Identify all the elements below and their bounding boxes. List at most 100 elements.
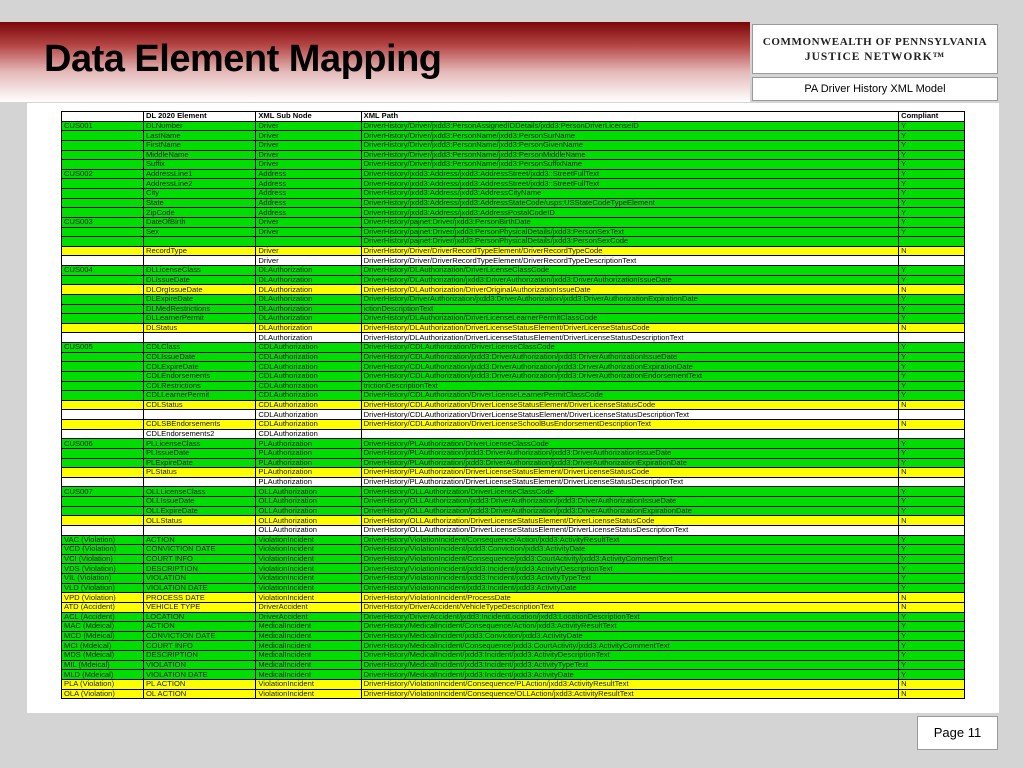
- cell-xml-path: trictionDescriptionText: [360, 380, 900, 392]
- cell-element: OLLStatus: [142, 515, 257, 526]
- cell-code: [61, 399, 144, 411]
- cell-subnode: DriverAccident: [255, 611, 362, 623]
- table-row: Suffix Driver DriverHistory/Driver/jxdd3:P…: [61, 159, 965, 170]
- cell-element: VIOLATION DATE: [142, 669, 257, 680]
- cell-xml-path: DriverHistory/PLAuthorization/jxdd3:Driv…: [360, 447, 900, 459]
- cell-xml-path: DriverHistory/PLAuthorization/DriverLice…: [360, 438, 900, 449]
- cell-element: PLIssueDate: [142, 447, 257, 459]
- table-row: DriverHistory/pajnet:Driver/jxdd3:Person…: [61, 236, 965, 247]
- cell-code: [61, 313, 144, 324]
- cell-compliant: Y: [898, 361, 965, 372]
- cell-element: LastName: [142, 130, 257, 141]
- cell-xml-path: DriverHistory/PLAuthorization/jxdd3:Driv…: [360, 457, 900, 469]
- table-row: OLLAuthorization DriverHistory/OLLAuthori…: [61, 524, 965, 536]
- cell-element: AddressLine1: [142, 168, 257, 180]
- cell-compliant: Y: [898, 188, 965, 199]
- cell-element: OL ACTION: [142, 688, 257, 700]
- cell-code: VDS (Violation): [61, 563, 144, 574]
- cell-element: PLLicenseClass: [142, 438, 257, 449]
- cell-compliant: N: [898, 399, 965, 411]
- table-row: DLStatus DLAuthorization DriverHistory/DLA…: [61, 322, 965, 334]
- cell-compliant: Y: [898, 274, 965, 286]
- table-row: PLIssueDate PLAuthorization DriverHistory/…: [61, 447, 965, 459]
- cell-compliant: Y: [898, 197, 965, 209]
- cell-element: OLLIssueDate: [142, 496, 257, 507]
- cell-subnode: OLLAuthorization: [255, 505, 362, 517]
- cell-subnode: ViolationIncident: [255, 573, 362, 584]
- cell-element: CONVICTION DATE: [142, 544, 257, 555]
- cell-subnode: Driver: [255, 226, 362, 238]
- cell-compliant: [898, 255, 965, 266]
- cell-subnode: Address: [255, 178, 362, 189]
- cell-compliant: Y: [898, 178, 965, 189]
- cell-subnode: DLAuthorization: [255, 293, 362, 305]
- cell-xml-path: DriverHistory/ViolationIncident/ProcessD…: [360, 592, 900, 603]
- cell-compliant: Y: [898, 486, 965, 497]
- cell-compliant: Y: [898, 505, 965, 517]
- table-row: DLAuthorization DriverHistory/DLAuthoriza…: [61, 332, 965, 343]
- table-row: OLLIssueDate OLLAuthorization DriverHistor…: [61, 496, 965, 507]
- header-cell-compliant: Compliant: [898, 111, 965, 122]
- cell-compliant: Y: [898, 342, 965, 353]
- cell-code: [61, 390, 144, 401]
- table-row: LastName Driver DriverHistory/Driver/jxdd3…: [61, 130, 965, 141]
- cell-element: CDLSBEndorsements: [142, 419, 257, 430]
- cell-code: [61, 207, 144, 218]
- table-row: ZipCode Address DriverHistory/jxdd3:Addres…: [61, 207, 965, 218]
- table-row: VPD (Violation) PROCESS DATE ViolationInci…: [61, 592, 965, 603]
- cell-xml-path: DriverHistory/ViolationIncident/jxdd3:In…: [360, 582, 900, 594]
- cell-code: [61, 428, 144, 440]
- cell-subnode: MedicalIncident: [255, 669, 362, 680]
- table-row: City Address DriverHistory/jxdd3:Address/j…: [61, 188, 965, 199]
- cell-subnode: [255, 236, 362, 247]
- cell-xml-path: DriverHistory/jxdd3:Address/jxdd3:Addres…: [360, 178, 900, 189]
- table-row: MIL (Mdeical) VIOLATION MedicalIncident Dri…: [61, 659, 965, 671]
- cell-code: VCI (Violation): [61, 553, 144, 565]
- table-row: CUS006 PLLicenseClass PLAuthorization Drive…: [61, 438, 965, 449]
- cell-element: DLLearnerPermit: [142, 313, 257, 324]
- cell-compliant: N: [898, 515, 965, 526]
- cell-element: DLIssueDate: [142, 274, 257, 286]
- cell-element: AddressLine2: [142, 178, 257, 189]
- cell-xml-path: DriverHistory/PLAuthorization/DriverLice…: [360, 467, 900, 478]
- table-row: VCI (Violation) COURT INFO ViolationIncide…: [61, 553, 965, 565]
- cell-code: [61, 496, 144, 507]
- cell-xml-path: DriverHistory/Driver/DriverRecordTypeEle…: [360, 255, 900, 266]
- cell-code: [61, 370, 144, 382]
- cell-compliant: N: [898, 245, 965, 257]
- cell-element: OLLExpireDate: [142, 505, 257, 517]
- table-row: CDLAuthorization DriverHistory/CDLAuthori…: [61, 409, 965, 420]
- cell-compliant: Y: [898, 159, 965, 170]
- cell-compliant: Y: [898, 380, 965, 392]
- cell-xml-path: DriverHistory/MedicalIncident/jxdd3:Inci…: [360, 669, 900, 680]
- cell-subnode: ViolationIncident: [255, 688, 362, 700]
- cell-xml-path: DriverHistory/ViolationIncident/jxdd3:In…: [360, 563, 900, 574]
- cell-compliant: [898, 236, 965, 247]
- cell-element: OLLLicenseClass: [142, 486, 257, 497]
- table-row: CDLExpireDate CDLAuthorization DriverHisto…: [61, 361, 965, 372]
- cell-code: CUS006: [61, 438, 144, 449]
- cell-compliant: Y: [898, 640, 965, 651]
- cell-subnode: PLAuthorization: [255, 467, 362, 478]
- cell-xml-path: DriverHistory/Driver/jxdd3:PersonName/jx…: [360, 130, 900, 141]
- header-cell-code: [61, 111, 144, 122]
- cell-element: VIOLATION: [142, 659, 257, 671]
- mapping-table: DL 2020 Element XML Sub Node XML Path Co…: [61, 111, 965, 700]
- cell-element: PLExpireDate: [142, 457, 257, 469]
- cell-code: VIL (Violation): [61, 573, 144, 584]
- cell-compliant: N: [898, 678, 965, 690]
- cell-element: [142, 524, 257, 536]
- cell-code: [61, 419, 144, 430]
- cell-compliant: Y: [898, 293, 965, 305]
- cell-element: ACTION: [142, 534, 257, 546]
- cell-code: [61, 178, 144, 189]
- cell-subnode: ViolationIncident: [255, 582, 362, 594]
- cell-subnode: Driver: [255, 149, 362, 161]
- cell-subnode: CDLAuthorization: [255, 428, 362, 440]
- cell-compliant: Y: [898, 390, 965, 401]
- cell-code: [61, 274, 144, 286]
- cell-xml-path: DriverHistory/MedicalIncident/jxdd3:Inci…: [360, 659, 900, 671]
- table-row: VCD (Violation) CONVICTION DATE ViolationI…: [61, 544, 965, 555]
- cell-subnode: MedicalIncident: [255, 630, 362, 642]
- cell-code: [61, 139, 144, 151]
